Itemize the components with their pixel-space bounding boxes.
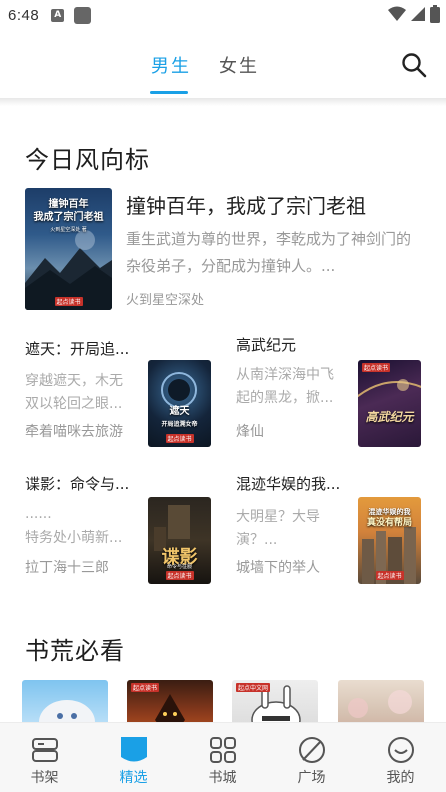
nav-label: 精选 [119,770,148,786]
publisher-logo: 起点中文网 [236,683,271,692]
header-shadow [0,98,446,106]
cover-title: 混迹华娱的我 真没有帮局 [366,508,412,528]
publisher-logo: 起点读书 [54,297,83,306]
publisher-logo: 起点读书 [131,683,160,692]
profile-icon [388,737,414,763]
book-desc: ...... [25,506,52,522]
featured-book-desc: 重生武道为尊的世界，李乾成为了神剑门的杂役弟子，分配成为撞钟人。... [126,230,412,275]
nav-plaza[interactable]: 广场 [267,723,356,792]
featured-book-cover[interactable]: 撞钟百年 我成了宗门老祖 火到星空深处 著 起点读书 [25,188,112,310]
book-author: 城墙下的举人 [236,560,320,576]
book-desc: 穿越遮天，木无双以轮回之眼... [25,373,123,412]
nav-profile[interactable]: 我的 [356,723,445,792]
bookshelf-icon [32,738,58,762]
signal-icon [411,7,425,21]
featured-cover-author: 火到星空深处 著 [50,227,87,233]
top-nav: 男生 女生 [0,30,446,100]
publisher-logo: 起点读书 [165,571,194,580]
notification-square-icon [74,6,92,24]
book-desc-line2: 特务处小萌新... [25,530,123,546]
book-author: 牵着喵咪去旅游 [25,424,123,440]
featured-book-title[interactable]: 撞钟百年，我成了宗门老祖 [126,190,366,219]
bottom-nav: 书架 精选 书城 广场 我的 [0,722,446,792]
featured-book-author: 火到星空深处 [126,293,205,308]
book-desc: 从南洋深海中飞起的黑龙，掀... [236,367,334,406]
status-bar: 6:48 A [0,0,446,30]
nav-label: 书城 [208,770,237,786]
nav-label: 书架 [30,770,59,786]
cover-title: 遮天 开局追溯女帝 [161,406,198,428]
bookstore-icon [210,737,236,763]
nav-bookshelf[interactable]: 书架 [0,723,89,792]
book-title[interactable]: 遮天：开局追... [25,338,135,359]
active-tab-indicator [150,91,188,94]
tab-female[interactable]: 女生 [219,52,259,78]
status-time: 6:48 [8,6,40,24]
publisher-logo: 起点读书 [375,571,404,580]
battery-icon [430,5,440,23]
featured-icon [121,737,147,762]
tab-male[interactable]: 男生 [151,52,191,78]
book-author: 拉丁海十三郎 [25,560,109,576]
book-author: 烽仙 [236,424,264,440]
book-cover[interactable]: 混迹华娱的我 真没有帮局 起点读书 [358,497,421,584]
book-title[interactable]: 混迹华娱的我... [236,473,348,494]
book-cover[interactable]: 谍影 命令与征服 起点读书 [148,497,211,584]
nav-label: 我的 [386,770,415,786]
book-cover[interactable]: 高武纪元 起点读书 [358,360,421,447]
nav-featured[interactable]: 精选 [89,723,178,792]
wifi-icon [388,6,406,21]
search-icon[interactable] [400,51,428,79]
plaza-icon [299,737,325,763]
book-desc: 大明星？大导演？... [236,509,320,548]
book-cover[interactable]: 遮天 开局追溯女帝 起点读书 [148,360,211,447]
book-title[interactable]: 谍影：命令与... [25,473,135,494]
section-title-daily: 今日风向标 [25,146,150,174]
notification-a-icon: A [51,8,65,22]
featured-cover-title: 撞钟百年 我成了宗门老祖 [33,199,104,223]
cover-art [358,379,421,398]
book-title[interactable]: 高武纪元 [236,334,346,355]
section-title-must-read: 书荒必看 [25,637,125,665]
cover-subtitle: 命令与征服 [166,564,192,570]
cover-title: 高武纪元 [365,410,414,424]
nav-bookstore[interactable]: 书城 [178,723,267,792]
publisher-logo: 起点读书 [165,434,194,443]
nav-label: 广场 [297,770,326,786]
publisher-logo: 起点读书 [362,363,391,372]
